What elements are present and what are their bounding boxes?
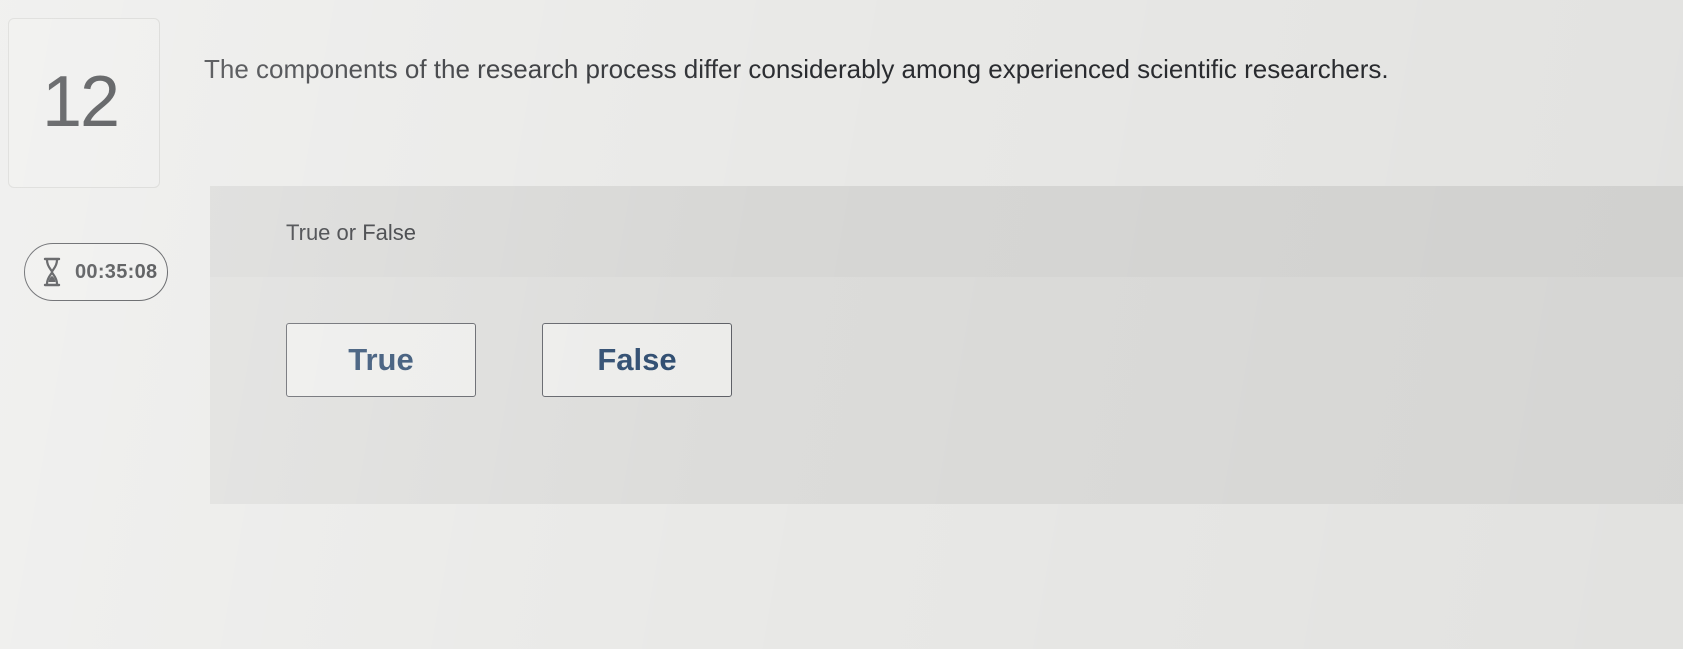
- question-text: The components of the research process d…: [204, 54, 1389, 84]
- true-button[interactable]: True: [286, 323, 476, 397]
- timer: 00:35:08: [24, 243, 168, 301]
- question-number: 12: [42, 62, 120, 142]
- answer-type-label: True or False: [286, 220, 417, 245]
- answer-header: True or False: [210, 186, 1683, 277]
- hourglass-icon: [41, 257, 63, 287]
- false-button[interactable]: False: [542, 323, 732, 397]
- timer-value: 00:35:08: [75, 260, 158, 283]
- answer-panel: True or False True False: [210, 186, 1683, 504]
